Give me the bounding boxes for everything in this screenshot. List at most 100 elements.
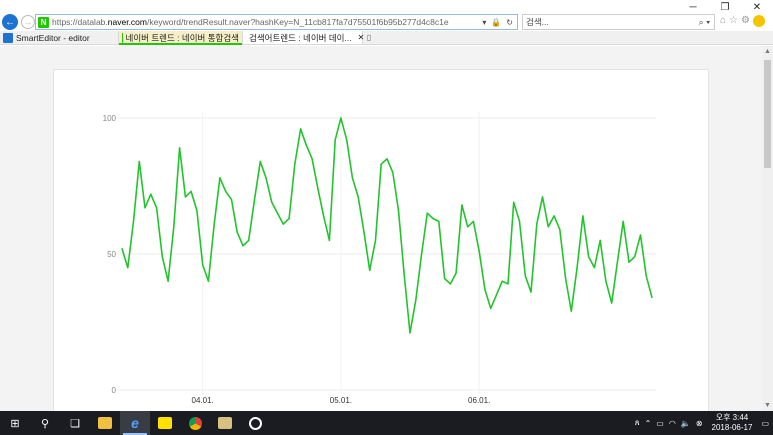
people-icon[interactable]: ጸ — [635, 418, 640, 428]
task-view-icon: ❑ — [70, 417, 80, 430]
start-button[interactable]: ⊞ — [0, 411, 30, 435]
data-point — [202, 264, 204, 266]
status-icon[interactable]: ⊗ — [696, 419, 703, 428]
data-point — [323, 215, 325, 217]
series-line — [121, 117, 653, 334]
battery-icon[interactable]: ▭ — [656, 419, 664, 428]
data-point — [570, 310, 572, 312]
data-point — [432, 218, 434, 220]
data-point — [495, 294, 498, 296]
data-point — [397, 209, 400, 212]
back-button[interactable]: ← — [2, 14, 18, 30]
new-tab-button[interactable]: ▯ — [363, 31, 375, 44]
data-point — [541, 196, 544, 198]
photos-icon — [218, 417, 232, 429]
tab-label: 네이버 트렌드 : 네이버 통합검색 — [125, 32, 239, 43]
scrollbar-thumb[interactable] — [764, 60, 771, 168]
data-point — [420, 253, 423, 255]
settings-gear-icon[interactable]: ⚙ — [741, 15, 750, 27]
new-tab-icon: ▯ — [366, 33, 372, 42]
close-tab-icon[interactable]: ✕ — [358, 33, 365, 42]
tab-bar: SmartEditor - editor 네이버 트렌드 : 네이버 통합검색 … — [0, 31, 773, 45]
data-point — [478, 250, 480, 252]
taskbar-clock[interactable]: 오후 3:44 2018-06-17 — [712, 413, 753, 433]
data-point — [530, 291, 532, 293]
data-point — [282, 223, 284, 225]
data-point — [184, 196, 186, 198]
file-explorer-button[interactable] — [90, 411, 120, 435]
task-view-button[interactable]: ❑ — [60, 411, 90, 435]
tab-naver-trend[interactable]: 네이버 트렌드 : 네이버 통합검색 — [119, 31, 243, 45]
data-point — [271, 201, 273, 203]
data-point — [461, 204, 463, 206]
network-icon[interactable]: ◠ — [669, 419, 676, 428]
tab-smarteditor[interactable]: SmartEditor - editor — [0, 31, 119, 44]
folder-icon — [98, 417, 112, 429]
data-point — [311, 158, 313, 160]
search-placeholder: 검색... — [526, 17, 549, 27]
search-icon[interactable]: ⌕ ▾ — [699, 17, 714, 28]
photos-button[interactable] — [210, 411, 240, 435]
volume-icon[interactable]: 🔈 — [681, 419, 691, 428]
chart-card: 100 50 0 04.01. 05.01. 06.01. — [53, 69, 709, 414]
data-point — [426, 212, 428, 214]
data-point — [138, 160, 140, 163]
vertical-scrollbar[interactable]: ▲ ▼ — [762, 46, 773, 411]
data-point — [472, 220, 475, 222]
tab-search-trend[interactable]: 검색어트렌드 : 네이버 데이... ✕ — [243, 31, 365, 44]
dropdown-icon[interactable]: ▾ — [482, 18, 486, 27]
url-text[interactable]: https://datalab.naver.com/keyword/trendR… — [52, 17, 482, 27]
forward-button[interactable]: → — [21, 15, 35, 29]
data-point — [230, 199, 233, 201]
back-arrow-icon: ← — [5, 16, 15, 28]
data-point — [409, 332, 411, 334]
data-point — [173, 226, 175, 228]
lock-icon[interactable]: 🔒 — [491, 18, 501, 27]
address-row: ← → N https://datalab.naver.com/keyword/… — [0, 12, 773, 32]
search-box[interactable]: 검색... ⌕ ▾ — [522, 14, 715, 30]
favorites-star-icon[interactable]: ☆ — [729, 15, 738, 27]
data-point — [651, 296, 653, 299]
search-taskbar-button[interactable]: ⚲ — [30, 411, 60, 435]
data-point — [213, 223, 215, 225]
data-point — [507, 283, 509, 285]
data-point — [357, 196, 359, 198]
data-point — [588, 256, 590, 258]
data-point — [340, 117, 342, 119]
scroll-up-icon[interactable]: ▲ — [762, 48, 773, 55]
internet-explorer-button[interactable]: e — [120, 411, 150, 435]
data-point — [207, 280, 210, 282]
y-tick-label: 100 — [103, 114, 117, 123]
data-point — [196, 209, 198, 212]
data-point — [616, 261, 619, 263]
feedback-smiley-icon[interactable] — [752, 15, 765, 27]
media-button[interactable] — [240, 411, 270, 435]
url-domain: naver.com — [107, 17, 147, 27]
system-tray: ጸ ⌃ ▭ ◠ 🔈 ⊗ 오후 3:44 2018-06-17 ▭ — [635, 411, 773, 435]
address-bar[interactable]: N https://datalab.naver.com/keyword/tren… — [35, 14, 518, 30]
refresh-icon[interactable]: ↻ — [506, 18, 513, 27]
data-point — [236, 231, 238, 233]
data-point — [259, 160, 261, 163]
smarteditor-favicon-icon — [3, 32, 13, 43]
tab-label: 검색어트렌드 : 네이버 데이... — [249, 32, 352, 43]
show-hidden-icons-chevron-icon[interactable]: ⌃ — [645, 419, 652, 428]
data-point — [242, 245, 244, 247]
notifications-icon[interactable]: ▭ — [761, 419, 769, 428]
chrome-button[interactable] — [180, 411, 210, 435]
home-icon[interactable]: ⌂ — [720, 15, 726, 27]
data-point — [132, 220, 135, 222]
scroll-down-icon[interactable]: ▼ — [762, 402, 773, 409]
taskbar: ⊞ ⚲ ❑ e ጸ ⌃ ▭ ◠ 🔈 ⊗ 오후 3:44 2018-06-17 ▭ — [0, 411, 773, 435]
kakaotalk-button[interactable] — [150, 411, 180, 435]
data-point — [121, 247, 123, 250]
data-point — [351, 177, 354, 179]
data-point — [645, 275, 647, 277]
clock-date: 2018-06-17 — [711, 423, 753, 432]
data-point — [225, 190, 227, 193]
data-point — [219, 177, 221, 179]
data-point — [179, 147, 181, 149]
data-point — [328, 239, 330, 241]
data-point — [144, 207, 146, 209]
y-tick-label: 50 — [107, 250, 116, 259]
